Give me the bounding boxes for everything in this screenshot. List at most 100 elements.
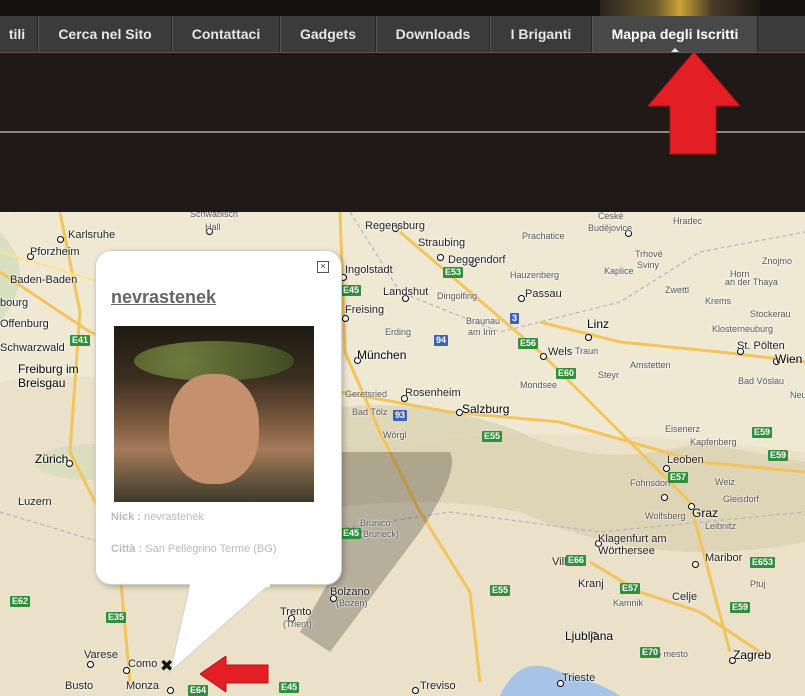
road-shield: E59: [768, 450, 789, 461]
map-label: Ptuj: [750, 579, 766, 589]
nav-tab-downloads[interactable]: Downloads: [376, 16, 490, 52]
map-label: Prachatice: [522, 231, 565, 241]
road-shield: E45: [279, 682, 300, 693]
main-navigation: tili Cerca nel Sito Contattaci Gadgets D…: [0, 16, 805, 53]
nick-label: Nick :: [111, 511, 141, 523]
road-shield: E55: [490, 585, 511, 596]
map-label: Dingolfing: [437, 291, 478, 301]
map-label: Kaplice: [604, 266, 634, 276]
map-label: Klagenfurt am: [598, 533, 667, 545]
city-dot-icon: [663, 465, 670, 472]
map-label: Passau: [525, 288, 562, 300]
road-shield: E653: [750, 557, 776, 568]
map-label: Offenburg: [0, 318, 49, 330]
map-label: Pforzheim: [30, 246, 80, 258]
map-label: Landshut: [383, 286, 429, 298]
map-label: Trhové: [635, 249, 663, 259]
map-label: an der Thaya: [725, 277, 778, 287]
nav-tab-cerca-nel-sito[interactable]: Cerca nel Sito: [38, 16, 172, 52]
map-label: Wörthersee: [598, 545, 655, 557]
city-dot-icon: [342, 315, 349, 322]
map-label: Třeboň: [670, 212, 699, 214]
road-shield: E70: [640, 647, 661, 658]
city-dot-icon: [412, 687, 419, 694]
face-shape: [169, 374, 259, 484]
nick-field: Nick : nevrastenek: [111, 511, 204, 523]
map-label: Regensburg: [365, 220, 425, 232]
map-label: Krems: [705, 296, 732, 306]
map-label: Rosenheim: [405, 387, 461, 399]
map-label: Breisgau: [18, 376, 66, 390]
map-label: Wolfsberg: [645, 511, 686, 521]
city-dot-icon: [585, 334, 592, 341]
map-label: Steyr: [598, 370, 620, 380]
road-shield: E55: [482, 431, 503, 442]
nav-tab-i-briganti[interactable]: I Briganti: [490, 16, 592, 52]
map-label: (Bruneck): [360, 529, 400, 539]
map-label: Trento: [280, 606, 312, 618]
member-name-link[interactable]: nevrastenek: [111, 287, 216, 308]
city-dot-icon: [540, 353, 547, 360]
map-label: Zwettl: [665, 285, 690, 295]
nav-tab-gadgets[interactable]: Gadgets: [280, 16, 376, 52]
map-label: Schwarzwald: [0, 342, 65, 354]
map-label: München: [357, 348, 407, 362]
city-dot-icon: [518, 295, 525, 302]
map-label: Celje: [672, 591, 698, 603]
map-label: Hradec: [673, 216, 703, 226]
nav-tab-mappa-degli-iscritti[interactable]: Mappa degli Iscritti: [592, 16, 758, 52]
map-label: Zürich: [35, 452, 69, 466]
map-label: Salzburg: [462, 402, 510, 416]
road-shield: E60: [556, 368, 577, 379]
map-label: Linz: [587, 317, 610, 331]
map-label: Deggendorf: [448, 254, 506, 266]
map-label: am Inn: [468, 327, 496, 337]
map-marker-icon[interactable]: ✖: [160, 656, 173, 676]
road-shield: E62: [10, 596, 31, 607]
map-label: České: [598, 212, 624, 221]
map-label: Eisenerz: [665, 424, 701, 434]
map-label: Wörgl: [383, 430, 407, 440]
map-label: Freiburg im: [18, 362, 79, 376]
map-label: (Bozen): [336, 598, 368, 608]
map-label: Bad Vöslau: [738, 376, 785, 386]
city-dot-icon: [437, 254, 444, 261]
map-label: Freising: [345, 304, 385, 316]
map-label: Fohnsdorf: [630, 478, 671, 488]
city-field: Città : San Pellegrino Terme (BG): [111, 543, 276, 555]
header-banner: [0, 0, 805, 16]
map-label: Ingolstadt: [345, 264, 393, 276]
member-avatar: [114, 326, 314, 502]
city-label: Città :: [111, 543, 143, 555]
road-shield: E56: [518, 338, 539, 349]
map-label: Straubing: [418, 237, 466, 249]
map-label: Neun: [790, 390, 805, 400]
map-label: Leibnitz: [705, 521, 737, 531]
map-label: Geretsried: [345, 389, 388, 399]
map-label: Maribor: [705, 552, 743, 564]
map-label: Amstetten: [630, 360, 671, 370]
road-shield: 3: [510, 313, 520, 324]
map-label: (Trient): [283, 619, 312, 629]
nav-tab-contattaci[interactable]: Contattaci: [172, 16, 280, 52]
road-shield: E45: [341, 285, 362, 296]
map-label: St. Pölten: [737, 340, 785, 352]
city-dot-icon: [692, 561, 699, 568]
nav-tab-label: Mappa degli Iscritti: [611, 26, 739, 42]
road-shield: E41: [70, 335, 91, 346]
nav-tab-partial[interactable]: tili: [0, 16, 38, 52]
map-label: Klosterneuburg: [712, 324, 774, 334]
road-shield: 94: [434, 335, 449, 346]
city-value: San Pellegrino Terme (BG): [145, 543, 277, 555]
map-label: Gleisdorf: [723, 494, 760, 504]
map-label: Karlsruhe: [68, 229, 116, 241]
map-label: Kamnik: [613, 598, 644, 608]
road-shield: E66: [566, 555, 587, 566]
map-label: Graz: [692, 506, 719, 520]
map-label: Schwäbisch: [190, 212, 239, 219]
map-label: Trieste: [562, 672, 596, 684]
map-label: Sviny: [637, 260, 660, 270]
map-label: Wels: [548, 346, 573, 358]
close-icon[interactable]: ×: [317, 261, 329, 273]
member-info-popup: × nevrastenek Nick : nevrastenek Città :…: [95, 250, 342, 585]
